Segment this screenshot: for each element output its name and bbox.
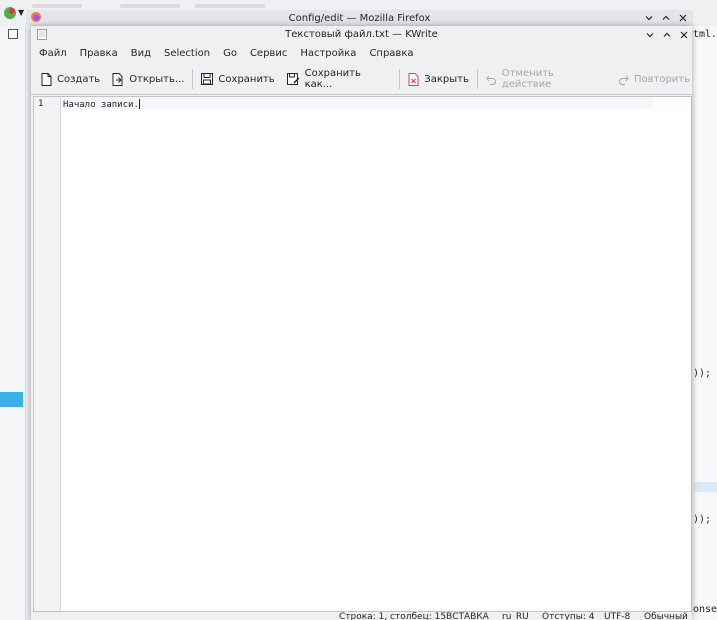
new-button-label: Создать — [57, 73, 101, 85]
indentation-setting[interactable]: Отступы: 4 — [542, 612, 594, 620]
window-controls — [643, 28, 690, 41]
redo-icon — [619, 75, 629, 85]
menu-bar: Файл Правка Вид Selection Go Сервис Наст… — [31, 46, 421, 62]
menu-selection[interactable]: Selection — [158, 46, 216, 62]
background-code: )); — [693, 514, 712, 525]
maximize-icon[interactable] — [660, 28, 673, 41]
editor-line[interactable]: Начало записи. — [63, 99, 140, 110]
checkbox-icon[interactable] — [8, 29, 18, 39]
toolbar-separator — [192, 69, 194, 89]
dropdown-caret-icon[interactable]: ▼ — [18, 8, 24, 17]
line-number: 1 — [38, 99, 44, 109]
undo-button[interactable]: Отменить действие — [480, 68, 612, 90]
encoding[interactable]: UTF-8 — [604, 612, 630, 620]
kwrite-titlebar[interactable]: Текстовый файл.txt — KWrite — [31, 26, 692, 44]
window-title: Текстовый файл.txt — KWrite — [285, 29, 438, 40]
new-button[interactable]: Создать — [35, 68, 106, 90]
main-toolbar: Создать Открыть... Сохранить Сохранить к… — [31, 67, 696, 91]
kwrite-window: Текстовый файл.txt — KWrite Файл Правка … — [31, 26, 692, 620]
save-button[interactable]: Сохранить — [195, 68, 280, 90]
text-editor[interactable]: 1 Начало записи. — [33, 96, 692, 612]
app-icon — [4, 7, 16, 19]
menu-tools[interactable]: Сервис — [244, 46, 293, 62]
redo-button[interactable]: Повторить — [612, 68, 696, 90]
menu-view[interactable]: Вид — [125, 46, 157, 62]
current-line-highlight — [61, 97, 653, 109]
save-button-label: Сохранить — [218, 73, 275, 85]
close-document-label: Закрыть — [424, 73, 469, 85]
text-cursor — [138, 99, 140, 109]
background-code: onse — [693, 604, 717, 615]
status-bar: Строка: 1, столбец: 15 ВСТАВКА ru_RU Отс… — [31, 611, 692, 620]
background-selection — [0, 392, 23, 407]
close-document-icon — [408, 72, 419, 86]
window-controls — [642, 11, 689, 24]
window-title: Config/edit — Mozilla Firefox — [288, 13, 431, 24]
background-left-panel — [0, 26, 26, 620]
syntax-mode[interactable]: Обычный — [644, 612, 688, 620]
editor-line-text: Начало записи. — [63, 100, 139, 110]
menu-file[interactable]: Файл — [33, 46, 73, 62]
blurred-toolbar-item — [195, 4, 265, 8]
background-tab-label[interactable]: tml.tx — [693, 29, 717, 40]
minimize-icon[interactable] — [643, 28, 656, 41]
background-highlight — [694, 482, 717, 492]
toolbar-divider — [31, 94, 692, 95]
redo-button-label: Повторить — [633, 73, 691, 85]
background-code: )); — [693, 368, 712, 379]
blurred-toolbar-item — [32, 4, 82, 8]
save-as-button-label: Сохранить как... — [304, 68, 361, 90]
open-button[interactable]: Открыть... — [106, 68, 190, 90]
cursor-position[interactable]: Строка: 1, столбец: 15 — [339, 612, 446, 620]
menu-edit[interactable]: Правка — [74, 46, 124, 62]
menu-settings[interactable]: Настройка — [294, 46, 362, 62]
undo-icon — [486, 75, 496, 85]
close-icon[interactable] — [677, 28, 690, 41]
minimize-icon[interactable] — [642, 11, 655, 24]
background-right-panel — [692, 26, 717, 620]
open-document-icon — [112, 72, 123, 86]
save-as-button[interactable]: Сохранить как... — [281, 68, 398, 90]
close-icon[interactable] — [676, 11, 689, 24]
undo-button-label: Отменить действие — [501, 68, 554, 90]
close-document-button[interactable]: Закрыть — [402, 68, 475, 90]
save-icon — [201, 73, 214, 85]
maximize-icon[interactable] — [659, 11, 672, 24]
open-button-label: Открыть... — [129, 73, 185, 85]
menu-go[interactable]: Go — [217, 46, 243, 62]
firefox-titlebar[interactable]: Config/edit — Mozilla Firefox — [26, 10, 693, 26]
menu-help[interactable]: Справка — [363, 46, 419, 62]
spellcheck-language[interactable]: ru_RU — [502, 612, 529, 620]
save-as-icon — [286, 73, 300, 85]
input-mode[interactable]: ВСТАВКА — [446, 612, 489, 620]
blurred-toolbar-item — [120, 4, 180, 8]
toolbar-separator — [399, 69, 401, 89]
new-document-icon — [41, 72, 52, 86]
toolbar-separator — [476, 69, 478, 89]
line-number-gutter: 1 — [34, 97, 61, 611]
